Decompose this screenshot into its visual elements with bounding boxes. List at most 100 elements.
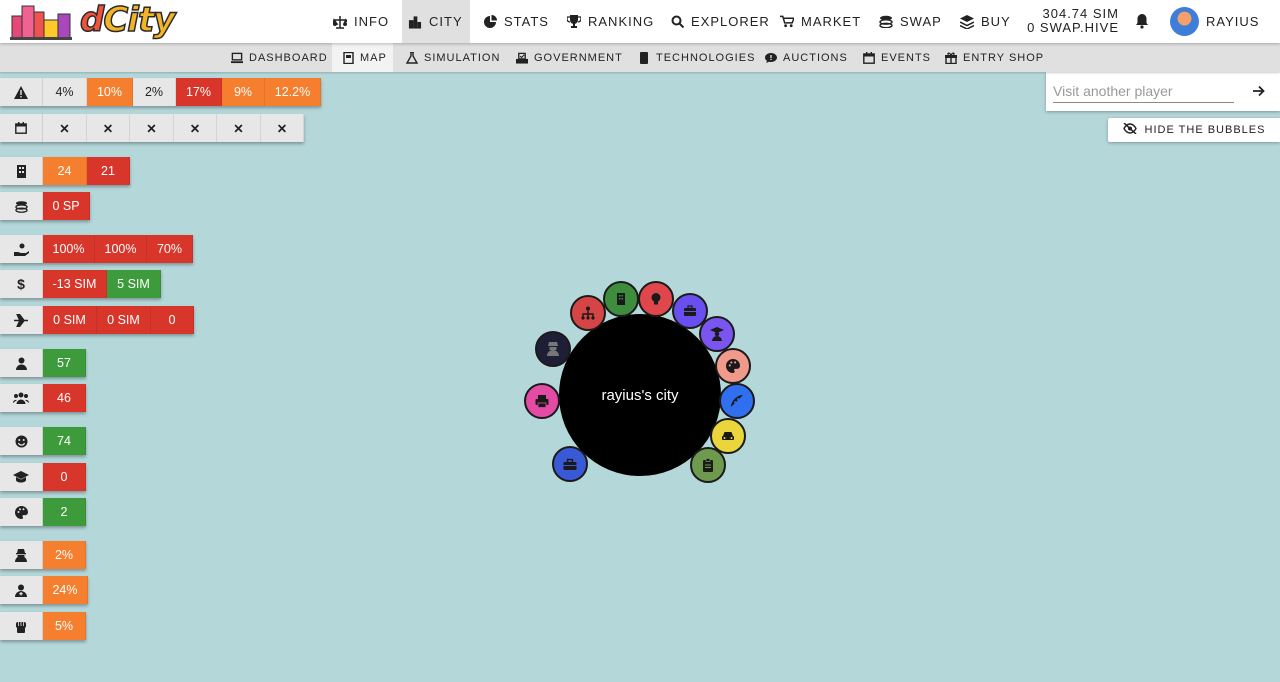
nav-swap[interactable]: SWAP	[873, 0, 948, 43]
buildings-row: 24 21	[0, 157, 130, 185]
visit-player-input[interactable]	[1053, 79, 1234, 103]
stat-cell: 2	[43, 498, 86, 526]
bubble-toolbox-icon[interactable]	[552, 446, 588, 482]
building-icon[interactable]	[0, 157, 43, 185]
subnav-entry-shop[interactable]: ENTRY SHOP	[941, 43, 1048, 72]
stat-cell: 46	[43, 384, 86, 412]
subnav-dashboard[interactable]: DASHBOARD	[227, 43, 332, 72]
subnav-simulation[interactable]: SIMULATION	[402, 43, 504, 72]
stat-cell: 100%	[43, 235, 95, 263]
nav-market[interactable]: MARKET	[774, 0, 867, 43]
bubble-building-icon[interactable]	[603, 281, 639, 317]
stat-cell: 74	[43, 427, 86, 455]
stat-cell: 24%	[43, 576, 88, 604]
stat-cell: 2%	[43, 541, 86, 569]
nav-market-label: MARKET	[801, 14, 862, 29]
nav-city-label: CITY	[429, 14, 463, 29]
arrow-right-icon[interactable]	[1250, 82, 1268, 100]
thief-icon[interactable]	[0, 541, 43, 569]
map-icon	[342, 51, 354, 64]
money-row: $ -13 SIM 5 SIM	[0, 270, 161, 298]
workers-row: 46	[0, 384, 86, 412]
dollar-icon[interactable]: $	[0, 270, 43, 298]
subnav-dashboard-label: DASHBOARD	[249, 51, 328, 64]
gift-icon	[945, 52, 957, 64]
close-icon[interactable]: ✕	[43, 114, 87, 142]
fist-icon[interactable]	[0, 612, 43, 640]
stat-cell: 10%	[87, 78, 133, 106]
subnav-auctions[interactable]: AUCTIONS	[761, 43, 852, 72]
subnav-events-label: EVENTS	[881, 51, 932, 64]
close-icon[interactable]: ✕	[174, 114, 217, 142]
subnav-technologies[interactable]: TECHNOLOGIES	[634, 43, 759, 72]
nav-swap-label: SWAP	[900, 14, 942, 29]
chip-icon	[638, 51, 650, 64]
coins-icon[interactable]	[0, 192, 43, 220]
nav-explorer[interactable]: EXPLORER	[664, 0, 776, 43]
username[interactable]: RAYIUS	[1206, 14, 1259, 29]
subnav-technologies-label: TECHNOLOGIES	[656, 51, 756, 64]
stat-cell: -13 SIM	[43, 270, 107, 298]
bubble-lightbulb-icon[interactable]	[638, 281, 674, 317]
wallet-balance[interactable]: 304.74 SIM 0 SWAP.HIVE	[1024, 7, 1119, 35]
plane-icon[interactable]	[0, 306, 43, 334]
hands-row: 100% 100% 70%	[0, 235, 193, 263]
dcity-logo[interactable]: dCity	[10, 0, 176, 42]
calendar-row: ✕ ✕ ✕ ✕ ✕ ✕	[0, 114, 304, 142]
nav-info[interactable]: INFO	[327, 0, 395, 43]
coins-icon	[879, 15, 893, 29]
smile-icon[interactable]	[0, 427, 43, 455]
bell-icon[interactable]	[1134, 13, 1150, 29]
logo-city: City	[103, 0, 177, 41]
palette-icon[interactable]	[0, 498, 43, 526]
risk-stats-row: 4% 10% 2% 17% 9% 12.2%	[0, 78, 321, 106]
bubble-hierarchy-icon[interactable]	[570, 295, 606, 331]
warning-icon[interactable]	[0, 78, 43, 106]
city-skyline-icon	[10, 5, 72, 40]
subnav-government[interactable]: GOVERNMENT	[512, 43, 627, 72]
stat-cell: 57	[43, 349, 86, 377]
flask-icon	[406, 51, 418, 64]
bubble-pizza-icon[interactable]	[719, 383, 755, 419]
stat-cell: 0	[43, 463, 86, 491]
person-icon[interactable]	[0, 349, 43, 377]
bubble-palette-icon[interactable]	[715, 348, 751, 384]
cart-icon	[780, 15, 794, 29]
logo-d: d	[79, 0, 105, 41]
subnav-auctions-label: AUCTIONS	[783, 51, 848, 64]
hand-holding-icon[interactable]	[0, 235, 43, 263]
close-icon[interactable]: ✕	[130, 114, 174, 142]
stat-cell: 24	[43, 157, 87, 185]
vote-icon	[516, 52, 528, 64]
bubble-printer-icon[interactable]	[524, 383, 560, 419]
hide-bubbles-button[interactable]: HIDE THE BUBBLES	[1108, 118, 1280, 142]
calendar-icon[interactable]	[0, 114, 43, 142]
nav-ranking[interactable]: RANKING	[561, 0, 660, 43]
nav-city[interactable]: CITY	[402, 0, 470, 43]
people-icon[interactable]	[0, 384, 43, 412]
happiness-row: 74	[0, 427, 86, 455]
stat-cell: 21	[87, 157, 130, 185]
subnav-map-label: MAP	[360, 51, 387, 64]
bubble-clipboard-icon[interactable]	[690, 447, 726, 483]
graduation-cap-icon[interactable]	[0, 463, 43, 491]
doctor-icon[interactable]	[0, 576, 43, 604]
calendar-icon	[863, 51, 875, 64]
avatar[interactable]	[1170, 7, 1199, 36]
close-icon[interactable]: ✕	[87, 114, 130, 142]
subnav-simulation-label: SIMULATION	[424, 51, 501, 64]
pie-chart-icon	[483, 15, 497, 29]
nav-stats[interactable]: STATS	[477, 0, 555, 43]
nav-buy[interactable]: BUY	[954, 0, 1017, 43]
bubble-teacher-icon[interactable]	[699, 316, 735, 352]
close-icon[interactable]: ✕	[261, 114, 304, 142]
bubble-officer-icon[interactable]	[535, 331, 571, 367]
education-row: 0	[0, 463, 86, 491]
subnav-events[interactable]: EVENTS	[859, 43, 935, 72]
nav-explorer-label: EXPLORER	[691, 14, 770, 29]
close-icon[interactable]: ✕	[217, 114, 261, 142]
subnav-map[interactable]: MAP	[332, 43, 393, 72]
stat-cell: 2%	[133, 78, 176, 106]
stat-cell: 5%	[43, 612, 86, 640]
stat-cell: 0 SIM	[43, 306, 97, 334]
